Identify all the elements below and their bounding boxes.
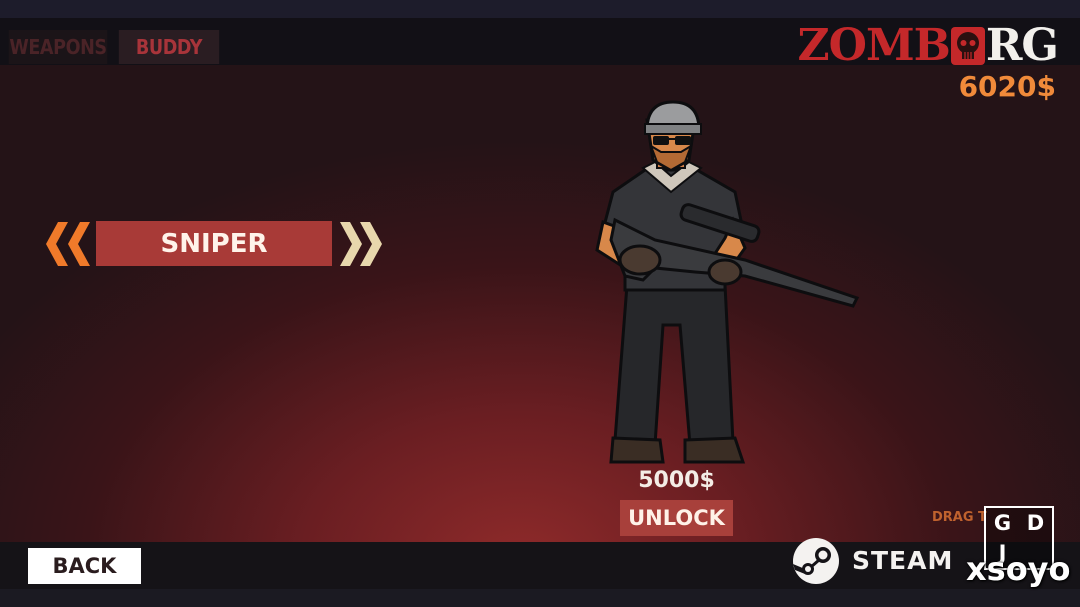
watermark-letter: D — [1026, 511, 1045, 535]
unlock-button[interactable]: UNLOCK — [620, 500, 733, 536]
buddy-class-label: SNIPER — [96, 221, 332, 266]
steam-label: STEAM — [852, 546, 954, 575]
buddy-character — [595, 100, 860, 464]
tab-weapons[interactable]: WEAPONS — [8, 30, 108, 64]
steam-icon — [793, 538, 839, 584]
game-logo: ZOMB RG — [797, 20, 1060, 71]
watermark-text: xsoyo — [966, 550, 1071, 588]
tab-buddy[interactable]: BUDDY — [118, 30, 220, 64]
game-screen: WEAPONS BUDDY ZOMB RG 6020$ SNIPER 5000$… — [0, 0, 1080, 607]
back-button[interactable]: BACK — [28, 548, 141, 584]
chevron-double-left-icon[interactable] — [46, 222, 94, 266]
skull-icon — [950, 26, 985, 65]
chevron-double-right-icon[interactable] — [336, 222, 384, 266]
currency-balance: 6020$ — [958, 70, 1056, 103]
bottom-strip — [0, 589, 1080, 607]
logo-text-right: RG — [985, 20, 1059, 71]
watermark-letter: G — [993, 511, 1012, 535]
drag-hint: DRAG T — [932, 510, 987, 525]
buddy-price: 5000$ — [638, 468, 715, 493]
logo-text-left: ZOMB — [797, 20, 951, 71]
top-strip — [0, 0, 1080, 18]
